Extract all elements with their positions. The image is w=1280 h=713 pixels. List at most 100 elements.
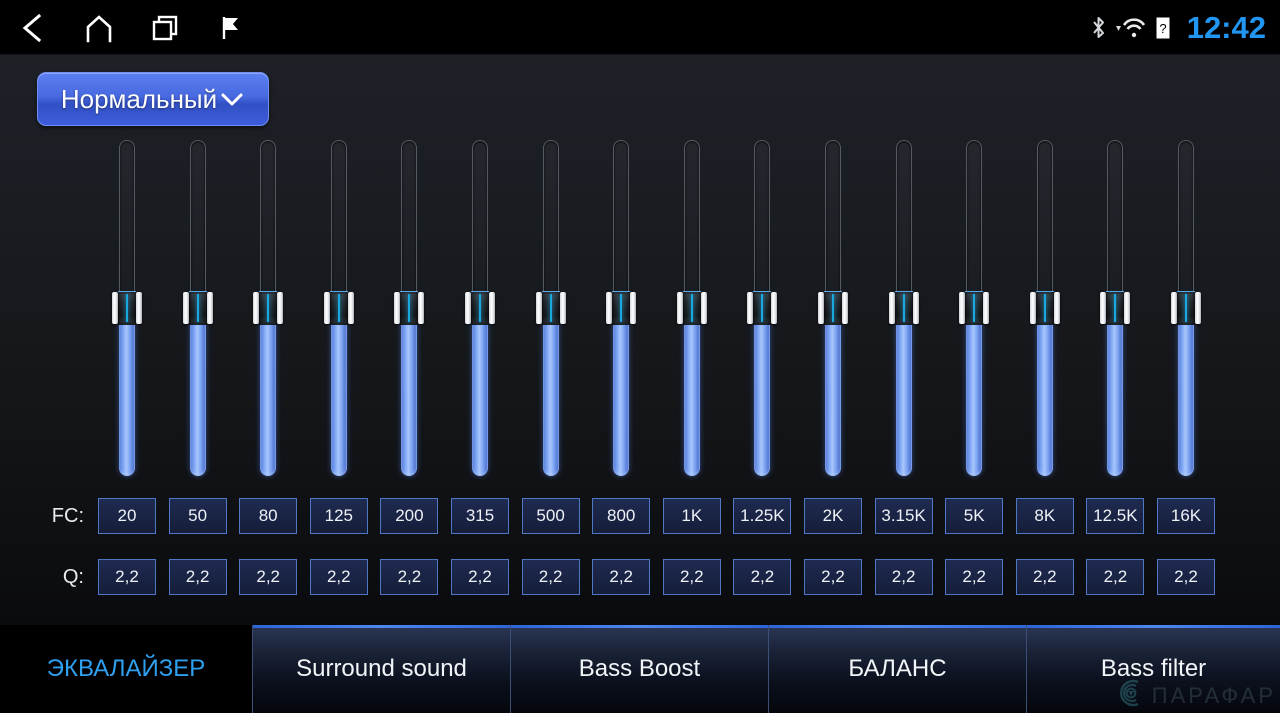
slider-thumb[interactable] [606, 291, 637, 325]
slider-thumb-cap-left [959, 292, 966, 324]
home-icon[interactable] [66, 0, 132, 55]
q-cell[interactable]: 2,2 [804, 559, 862, 595]
q-cell[interactable]: 2,2 [1015, 559, 1074, 595]
q-value: 2,2 [538, 567, 563, 586]
q-cell[interactable]: 2,2 [592, 559, 651, 595]
slider-thumb[interactable] [465, 291, 495, 325]
slider-thumb[interactable] [818, 291, 848, 325]
fc-cell[interactable]: 16K [1157, 498, 1215, 534]
q-cell[interactable]: 2,2 [380, 559, 439, 595]
slider-thumb[interactable] [1100, 291, 1131, 325]
slider-thumb-cap-right [983, 292, 990, 324]
tab-label: Bass filter [1100, 655, 1207, 682]
slider-thumb[interactable] [1171, 291, 1201, 325]
fc-value: 3.15K [881, 506, 926, 525]
fc-cell[interactable]: 500 [521, 498, 580, 534]
slider-thumb-cap-right [489, 292, 495, 324]
equalizer-sliders [0, 140, 1280, 476]
fc-cell[interactable]: 80 [239, 498, 298, 534]
eq-slider-315[interactable] [465, 140, 495, 476]
recents-icon[interactable] [132, 0, 198, 55]
slider-thumb[interactable] [535, 291, 566, 325]
tab-bass-filter[interactable]: Bass filter [1026, 625, 1280, 713]
fc-cell[interactable]: 200 [380, 498, 439, 534]
slider-thumb[interactable] [888, 291, 919, 325]
fc-value: 20 [117, 506, 137, 525]
q-cell[interactable]: 2,2 [733, 559, 792, 595]
eq-slider-3.15k[interactable] [888, 140, 919, 476]
q-cell[interactable]: 2,2 [874, 559, 933, 595]
fc-cell[interactable]: 2K [804, 498, 862, 534]
slider-thumb-indicator [973, 294, 976, 322]
q-row-label: Q: [62, 566, 84, 588]
preset-dropdown-button[interactable]: Нормальный [37, 72, 269, 126]
fc-cell[interactable]: 8K [1015, 498, 1074, 534]
eq-slider-8k[interactable] [1029, 140, 1060, 476]
fc-cell[interactable]: 50 [168, 498, 227, 534]
q-value: 2,2 [397, 567, 422, 586]
fc-value: 12.5K [1093, 506, 1138, 525]
back-icon[interactable] [0, 0, 66, 55]
slider-thumb[interactable] [112, 291, 142, 325]
eq-slider-5k[interactable] [959, 140, 990, 476]
fc-cell[interactable]: 20 [98, 498, 156, 534]
slider-thumb[interactable] [323, 291, 354, 325]
q-cell[interactable]: 2,2 [662, 559, 721, 595]
q-value: 2,2 [679, 567, 704, 586]
fc-cell[interactable]: 1.25K [733, 498, 792, 534]
eq-slider-16k[interactable] [1171, 140, 1201, 476]
slider-thumb[interactable] [1029, 291, 1060, 325]
tab-equalizer[interactable]: ЭКВАЛАЙЗЕР [0, 625, 252, 713]
flag-icon[interactable] [198, 0, 264, 55]
slider-thumb-cap-left [112, 292, 118, 324]
eq-slider-200[interactable] [394, 140, 425, 476]
q-cell[interactable]: 2,2 [521, 559, 580, 595]
q-cell[interactable]: 2,2 [168, 559, 227, 595]
fc-cell[interactable]: 12.5K [1086, 498, 1145, 534]
q-cell[interactable]: 2,2 [309, 559, 368, 595]
eq-slider-80[interactable] [253, 140, 284, 476]
fc-cell[interactable]: 3.15K [874, 498, 933, 534]
tab-surround-sound[interactable]: Surround sound [252, 625, 510, 713]
slider-fill [1036, 308, 1053, 476]
q-cell[interactable]: 2,2 [239, 559, 298, 595]
slider-thumb-cap-right [912, 292, 919, 324]
slider-thumb-cap-left [535, 292, 542, 324]
fc-cell[interactable]: 5K [945, 498, 1004, 534]
slider-thumb[interactable] [394, 291, 425, 325]
slider-thumb[interactable] [959, 291, 990, 325]
eq-slider-50[interactable] [182, 140, 213, 476]
eq-slider-2k[interactable] [818, 140, 848, 476]
slider-thumb[interactable] [747, 291, 778, 325]
slider-thumb[interactable] [182, 291, 213, 325]
tab-balance[interactable]: БАЛАНС [768, 625, 1026, 713]
q-value: 2,2 [185, 567, 210, 586]
fc-cell[interactable]: 1K [662, 498, 721, 534]
slider-thumb[interactable] [676, 291, 707, 325]
fc-cell[interactable]: 315 [451, 498, 509, 534]
slider-thumb-indicator [479, 294, 481, 322]
q-cell[interactable]: 2,2 [98, 559, 156, 595]
eq-slider-20[interactable] [112, 140, 142, 476]
slider-thumb-indicator [196, 294, 199, 322]
eq-slider-1.25k[interactable] [747, 140, 778, 476]
slider-thumb-indicator [1185, 294, 1187, 322]
q-cell[interactable]: 2,2 [945, 559, 1004, 595]
slider-thumb-cap-right [277, 292, 284, 324]
eq-slider-500[interactable] [535, 140, 566, 476]
fc-cell[interactable]: 800 [592, 498, 651, 534]
q-value: 2,2 [468, 567, 492, 586]
tab-bass-boost[interactable]: Bass Boost [510, 625, 768, 713]
q-cell[interactable]: 2,2 [1086, 559, 1145, 595]
q-value: 2,2 [821, 567, 845, 586]
q-cell[interactable]: 2,2 [1157, 559, 1215, 595]
fc-cell[interactable]: 125 [309, 498, 368, 534]
eq-slider-1k[interactable] [676, 140, 707, 476]
eq-slider-12.5k[interactable] [1100, 140, 1131, 476]
slider-thumb-cap-left [1171, 292, 1177, 324]
slider-thumb[interactable] [253, 291, 284, 325]
eq-slider-800[interactable] [606, 140, 637, 476]
q-cell[interactable]: 2,2 [451, 559, 509, 595]
eq-slider-125[interactable] [323, 140, 354, 476]
slider-thumb-indicator [1043, 294, 1046, 322]
